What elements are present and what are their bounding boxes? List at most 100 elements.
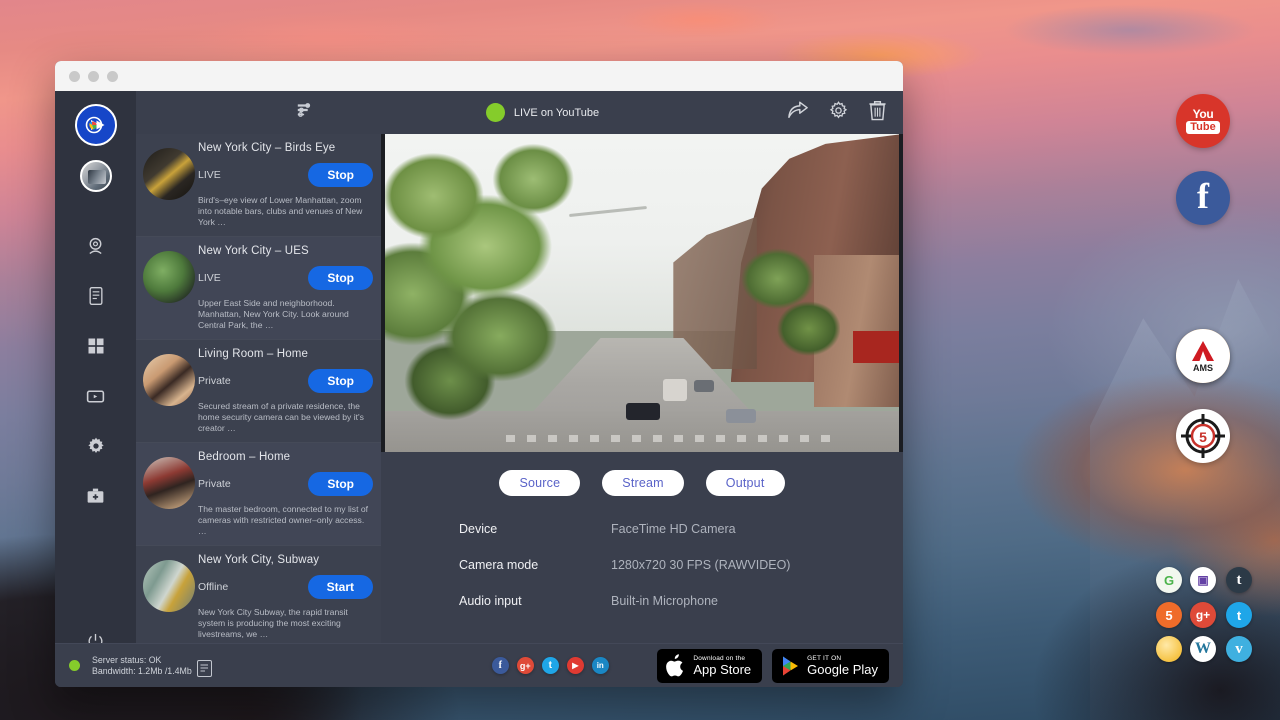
user-avatar[interactable] bbox=[80, 160, 112, 192]
info-label: Audio input bbox=[459, 594, 611, 608]
camera-action-button[interactable]: Stop bbox=[308, 472, 373, 496]
facebook-icon[interactable]: f bbox=[492, 657, 509, 674]
info-row-device: Device FaceTime HD Camera bbox=[459, 522, 903, 536]
adobe-ams-dock-icon[interactable]: AMS bbox=[1176, 329, 1230, 383]
app-store-button[interactable]: Download on the App Store bbox=[657, 649, 762, 683]
tab-output[interactable]: Output bbox=[706, 470, 785, 496]
wordpress-glyph: W bbox=[1195, 640, 1211, 658]
camera-title: New York City, Subway bbox=[198, 554, 373, 566]
camera-list-item[interactable]: Bedroom – Home Private Stop The master b… bbox=[136, 443, 381, 546]
server-status-text: Server status: OK bbox=[92, 655, 192, 666]
facebook-dock-icon[interactable]: f bbox=[1176, 171, 1230, 225]
info-value[interactable]: Built-in Microphone bbox=[611, 594, 718, 608]
info-value[interactable]: 1280x720 30 FPS (RAWVIDEO) bbox=[611, 558, 790, 572]
twitter-icon[interactable]: t bbox=[542, 657, 559, 674]
sidebar-item-cameras[interactable] bbox=[76, 226, 116, 266]
info-label: Camera mode bbox=[459, 558, 611, 572]
log-lines-glyph bbox=[198, 661, 211, 676]
grid-icon bbox=[86, 336, 106, 356]
share-button[interactable] bbox=[787, 100, 809, 125]
sidebar-item-devices[interactable] bbox=[76, 276, 116, 316]
camera-list-scroll[interactable]: New York City – Birds Eye LIVE Stop Bird… bbox=[136, 134, 381, 687]
camera-action-button[interactable]: Stop bbox=[308, 369, 373, 393]
camera-description: Bird's–eye view of Lower Manhattan, zoom… bbox=[198, 195, 373, 228]
camera-thumbnail bbox=[143, 251, 195, 303]
camera-thumbnail bbox=[143, 457, 195, 509]
camera-action-button[interactable]: Stop bbox=[308, 163, 373, 187]
camera-list-item[interactable]: New York City, Subway Offline Start New … bbox=[136, 546, 381, 649]
maximize-button[interactable] bbox=[107, 71, 118, 82]
app-logo[interactable] bbox=[75, 104, 117, 146]
wordpress-icon[interactable]: W bbox=[1190, 636, 1216, 662]
tab-source[interactable]: Source bbox=[499, 470, 580, 496]
settings-button[interactable] bbox=[828, 100, 849, 126]
camera-title: New York City – UES bbox=[198, 245, 373, 257]
adobe-a-icon bbox=[1190, 340, 1216, 362]
camera-title: Living Room – Home bbox=[198, 348, 373, 360]
log-document-icon[interactable] bbox=[197, 660, 212, 677]
close-button[interactable] bbox=[69, 71, 80, 82]
camera-list-panel: New York City – Birds Eye LIVE Stop Bird… bbox=[136, 91, 381, 687]
filter-sort-icon[interactable] bbox=[296, 101, 314, 124]
info-row-audio-input: Audio input Built-in Microphone bbox=[459, 594, 903, 608]
camera-thumbnail bbox=[143, 354, 195, 406]
bandwidth-text: Bandwidth: 1.2Mb /1.4Mb bbox=[92, 666, 192, 677]
info-value[interactable]: FaceTime HD Camera bbox=[611, 522, 736, 536]
server-status-dot bbox=[69, 660, 80, 671]
google-plus-glyph: g+ bbox=[520, 661, 531, 671]
five-icon[interactable]: 5 bbox=[1156, 602, 1182, 628]
live-status: LIVE on YouTube bbox=[486, 103, 599, 122]
camera-list-item[interactable]: New York City – Birds Eye LIVE Stop Bird… bbox=[136, 134, 381, 237]
google-play-large-label: Google Play bbox=[807, 663, 878, 677]
twitch-glyph: ▣ bbox=[1197, 573, 1208, 587]
app-window: New York City – Birds Eye LIVE Stop Bird… bbox=[55, 61, 903, 687]
play-logo-icon bbox=[83, 112, 109, 138]
sidebar-item-settings[interactable] bbox=[76, 426, 116, 466]
video-letterbox-left bbox=[381, 134, 385, 452]
youtube-glyph: ▶ bbox=[572, 661, 578, 670]
google-plus-icon[interactable]: g+ bbox=[1190, 602, 1216, 628]
camera-action-button[interactable]: Stop bbox=[308, 266, 373, 290]
youtube-icon[interactable]: ▶ bbox=[567, 657, 584, 674]
flickr-icon[interactable] bbox=[1156, 636, 1182, 662]
target-five-dock-icon[interactable]: 5 bbox=[1176, 409, 1230, 463]
video-truck bbox=[663, 379, 687, 401]
camera-list-item[interactable]: Living Room – Home Private Stop Secured … bbox=[136, 340, 381, 443]
video-car bbox=[694, 380, 714, 392]
share-icon bbox=[787, 100, 809, 120]
youtube-dock-icon[interactable]: You Tube bbox=[1176, 94, 1230, 148]
tumblr-glyph: t bbox=[1237, 572, 1242, 589]
vimeo-icon[interactable]: v bbox=[1226, 636, 1252, 662]
google-plus-icon[interactable]: g+ bbox=[517, 657, 534, 674]
twitter-icon[interactable]: t bbox=[1226, 602, 1252, 628]
twitter-glyph: t bbox=[549, 660, 552, 671]
camera-action-button[interactable]: Start bbox=[308, 575, 373, 599]
main-panel: LIVE on YouTube bbox=[381, 91, 903, 687]
linkedin-icon[interactable]: in bbox=[592, 657, 609, 674]
target-five-glyph: 5 bbox=[1199, 429, 1207, 445]
sidebar-item-support[interactable] bbox=[76, 476, 116, 516]
twitch-icon[interactable]: ▣ bbox=[1190, 567, 1216, 593]
camera-title: New York City – Birds Eye bbox=[198, 142, 373, 154]
camera-title: Bedroom – Home bbox=[198, 451, 373, 463]
camera-description: New York City Subway, the rapid transit … bbox=[198, 607, 373, 640]
minimize-button[interactable] bbox=[88, 71, 99, 82]
tab-stream[interactable]: Stream bbox=[602, 470, 684, 496]
main-toolbar: LIVE on YouTube bbox=[381, 91, 903, 134]
youtube-dock-icon-bottom: Tube bbox=[1186, 121, 1219, 134]
camera-list-item[interactable]: New York City – UES LIVE Stop Upper East… bbox=[136, 237, 381, 340]
video-trees-left bbox=[381, 140, 579, 420]
camera-status: LIVE bbox=[198, 272, 221, 284]
sidebar-item-streams[interactable] bbox=[76, 376, 116, 416]
info-row-camera-mode: Camera mode 1280x720 30 FPS (RAWVIDEO) bbox=[459, 558, 903, 572]
delete-button[interactable] bbox=[868, 100, 887, 126]
tumblr-icon[interactable]: t bbox=[1226, 567, 1252, 593]
google-play-button[interactable]: GET IT ON Google Play bbox=[772, 649, 889, 683]
window-titlebar bbox=[55, 61, 903, 91]
facebook-dock-icon-glyph: f bbox=[1197, 178, 1209, 214]
video-letterbox-right bbox=[899, 134, 903, 452]
sidebar-item-dashboard[interactable] bbox=[76, 326, 116, 366]
info-label: Device bbox=[459, 522, 611, 536]
video-preview[interactable] bbox=[381, 134, 903, 452]
grammarly-icon[interactable]: G bbox=[1156, 567, 1182, 593]
